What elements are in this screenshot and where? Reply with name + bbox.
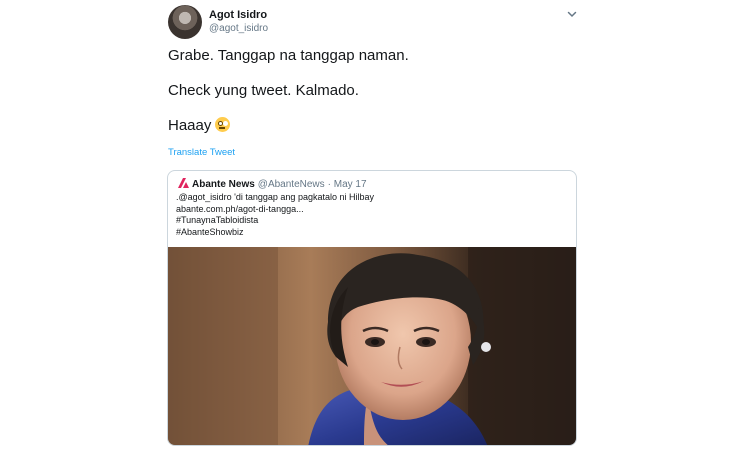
- quoted-tweet[interactable]: Abante News @AbanteNews · May 17 .@agot_is…: [167, 170, 577, 446]
- quoted-text: .@agot_isidro 'di tanggap ang pagkatalo …: [176, 192, 571, 238]
- translate-tweet-link[interactable]: Translate Tweet: [168, 147, 235, 158]
- quoted-author-handle[interactable]: @AbanteNews: [258, 179, 325, 190]
- chevron-down-icon[interactable]: [566, 8, 578, 20]
- tweet-text-line: Haaay: [168, 117, 231, 134]
- quoted-header: Abante News @AbanteNews · May 17: [178, 178, 367, 190]
- tweet-text-line: Grabe. Tanggap na tanggap naman.: [168, 47, 409, 64]
- photo-illustration: [168, 247, 576, 445]
- avatar[interactable]: [168, 5, 202, 39]
- face-with-rolling-eyes-icon: [215, 117, 231, 132]
- quoted-hashtag[interactable]: #AbanteShowbiz: [176, 227, 571, 239]
- quoted-hashtag[interactable]: #TunaynaTabloidista: [176, 215, 571, 227]
- abante-logo-icon: [178, 178, 189, 188]
- quoted-link[interactable]: abante.com.ph/agot-di-tangga...: [176, 204, 571, 216]
- quoted-text-line: .@agot_isidro 'di tanggap ang pagkatalo …: [176, 192, 374, 202]
- quoted-date[interactable]: · May 17: [328, 179, 367, 190]
- author-name[interactable]: Agot Isidro: [209, 9, 267, 21]
- tweet-text-line: Check yung tweet. Kalmado.: [168, 82, 359, 99]
- tweet-text-haaay: Haaay: [168, 117, 212, 134]
- quoted-author-name[interactable]: Abante News: [192, 179, 255, 190]
- author-handle[interactable]: @agot_isidro: [209, 23, 268, 34]
- tweet: Agot Isidro @agot_isidro Grabe. Tanggap …: [0, 0, 750, 450]
- quoted-photo[interactable]: [168, 247, 576, 445]
